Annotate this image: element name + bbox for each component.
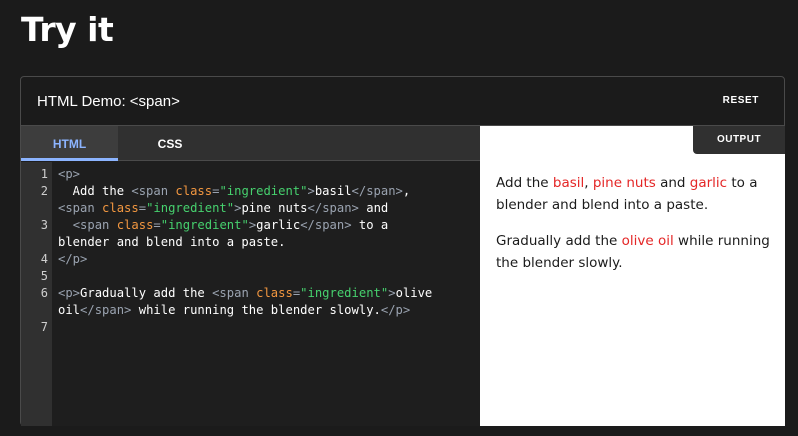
code-token: "ingredient" — [219, 184, 308, 198]
code-token: Add the — [58, 184, 132, 198]
paragraph-text: Gradually add the — [496, 233, 622, 249]
code-token: "ingredient" — [300, 286, 389, 300]
line-number: 6 — [40, 286, 48, 300]
code-token: class — [102, 201, 139, 215]
code-text-area[interactable]: <p> Add the <span class="ingredient">bas… — [52, 162, 480, 426]
code-line: Add the <span class="ingredient">basil</… — [58, 183, 411, 200]
code-token: , — [402, 184, 411, 198]
code-token: </p> — [58, 252, 88, 266]
code-line: <span class="ingredient">pine nuts</span… — [58, 200, 388, 217]
ingredient-text: basil — [552, 175, 585, 191]
page-title: Try it — [21, 10, 114, 49]
line-number: 3 — [40, 218, 48, 232]
code-token: and — [358, 201, 389, 215]
tab-css[interactable]: CSS — [118, 126, 222, 161]
demo-title: HTML Demo: <span> — [37, 93, 180, 110]
code-token: <p> — [58, 286, 81, 300]
code-line: </p> — [58, 251, 87, 268]
code-line: oil</span> while running the blender slo… — [58, 302, 410, 319]
ingredient-text: olive oil — [621, 233, 674, 249]
editor-tabs: HTML CSS — [21, 126, 480, 161]
ingredient-text: pine nuts — [592, 175, 656, 191]
output-panel: OUTPUT Add the basil, pine nuts and garl… — [480, 126, 785, 426]
code-token: "ingredient" — [160, 218, 249, 232]
line-number: 2 — [40, 184, 48, 198]
line-number: 5 — [40, 269, 48, 283]
paragraph-text: , — [584, 175, 593, 191]
code-line: <p> — [58, 166, 80, 183]
code-token: <p> — [58, 167, 81, 181]
output-label: OUTPUT — [693, 126, 785, 154]
reset-button[interactable]: RESET — [723, 95, 759, 106]
code-token: "ingredient" — [146, 201, 235, 215]
ingredient-text: garlic — [689, 175, 728, 191]
interactive-demo: HTML Demo: <span> RESET HTML CSS 1 2 3 4 5 6 7… — [20, 76, 785, 426]
code-token: <span — [72, 218, 117, 232]
code-token: <span — [212, 286, 257, 300]
code-token: </span> — [351, 184, 403, 198]
code-token: </span> — [300, 218, 352, 232]
output-paragraph: Add the basil, pine nuts and garlic to a… — [496, 172, 778, 216]
line-number: 1 — [40, 167, 48, 181]
code-line: <span class="ingredient">garlic</span> t… — [58, 217, 389, 234]
code-token: blender and blend into a paste. — [58, 235, 286, 249]
code-editor: HTML CSS 1 2 3 4 5 6 7 <p> Add the <span class… — [21, 126, 480, 426]
code-token: class — [175, 184, 213, 198]
tab-html[interactable]: HTML — [21, 126, 118, 161]
code-token: pine nuts — [241, 201, 308, 215]
code-token: garlic — [256, 218, 301, 232]
code-token: </p> — [380, 303, 411, 317]
code-token: oil — [58, 303, 81, 317]
code-line: <p>Gradually add the <span class="ingred… — [58, 285, 432, 302]
line-number: 7 — [40, 320, 48, 334]
code-token: Gradually add the — [80, 286, 213, 300]
line-number-gutter: 1 2 3 4 5 6 7 — [21, 162, 52, 426]
code-token: = — [153, 218, 161, 232]
paragraph-text: Add the — [496, 175, 553, 191]
code-token: olive — [395, 286, 433, 300]
demo-header: HTML Demo: <span> RESET — [21, 77, 784, 126]
code-token: </span> — [80, 303, 132, 317]
code-token: class — [256, 286, 293, 300]
output-paragraph: Gradually add the olive oil while runnin… — [496, 230, 778, 274]
code-token: <span — [131, 184, 176, 198]
code-token: basil — [314, 184, 352, 198]
code-token: while running the blender slowly. — [131, 303, 381, 317]
code-token: class — [116, 218, 154, 232]
line-number: 4 — [40, 252, 48, 266]
code-token: > — [307, 184, 315, 198]
code-token: <span — [58, 201, 103, 215]
code-token: </span> — [307, 201, 359, 215]
paragraph-text: and — [655, 175, 690, 191]
code-token: > — [388, 286, 396, 300]
code-line: blender and blend into a paste. — [58, 234, 285, 251]
code-token: = — [138, 201, 147, 215]
code-token: to a — [351, 218, 389, 232]
